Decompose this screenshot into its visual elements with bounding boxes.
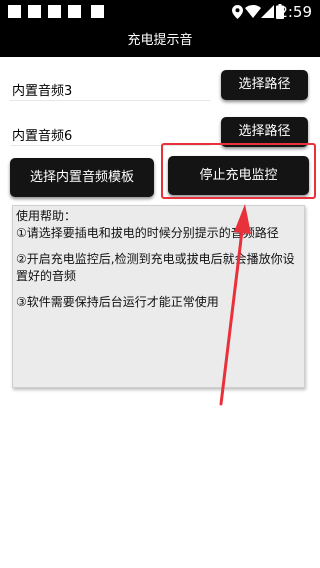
help-line-2: ②开启充电监控后,检测到充电或拔电后就会播放你设置好的音频 (16, 252, 295, 283)
notification-square-icon (68, 5, 81, 18)
notification-square-icon (91, 5, 104, 18)
help-panel: 使用帮助： ①请选择要插电和拔电的时候分别提示的音频路径 ②开启充电监控后,检测… (12, 205, 305, 388)
location-icon (232, 5, 243, 19)
status-bar: 2:59 (0, 0, 320, 24)
app-title-bar: 充电提示音 (0, 24, 320, 57)
select-builtin-template-button[interactable]: 选择内置音频模板 (10, 158, 154, 197)
help-line-3: ③软件需要保持后台运行才能正常使用 (16, 295, 219, 309)
row-divider (10, 145, 210, 146)
audio-label-plug: 内置音频3 (12, 84, 73, 99)
notification-square-icon (28, 5, 41, 18)
audio-label-unplug: 内置音频6 (12, 129, 73, 144)
select-path-button-2[interactable]: 选择路径 (221, 117, 308, 147)
row-divider (10, 100, 210, 101)
stop-charge-monitor-button[interactable]: 停止充电监控 (168, 156, 309, 195)
select-path-button-1[interactable]: 选择路径 (221, 70, 308, 100)
notification-square-icon (48, 5, 61, 18)
help-line-1: ①请选择要插电和拔电的时候分别提示的音频路径 (16, 226, 279, 240)
clock: 2:59 (278, 3, 312, 21)
app-title: 充电提示音 (127, 33, 193, 48)
notification-square-icon (8, 5, 21, 18)
signal-icon (261, 5, 274, 18)
help-title: 使用帮助： (16, 209, 77, 223)
wifi-icon (245, 5, 261, 18)
